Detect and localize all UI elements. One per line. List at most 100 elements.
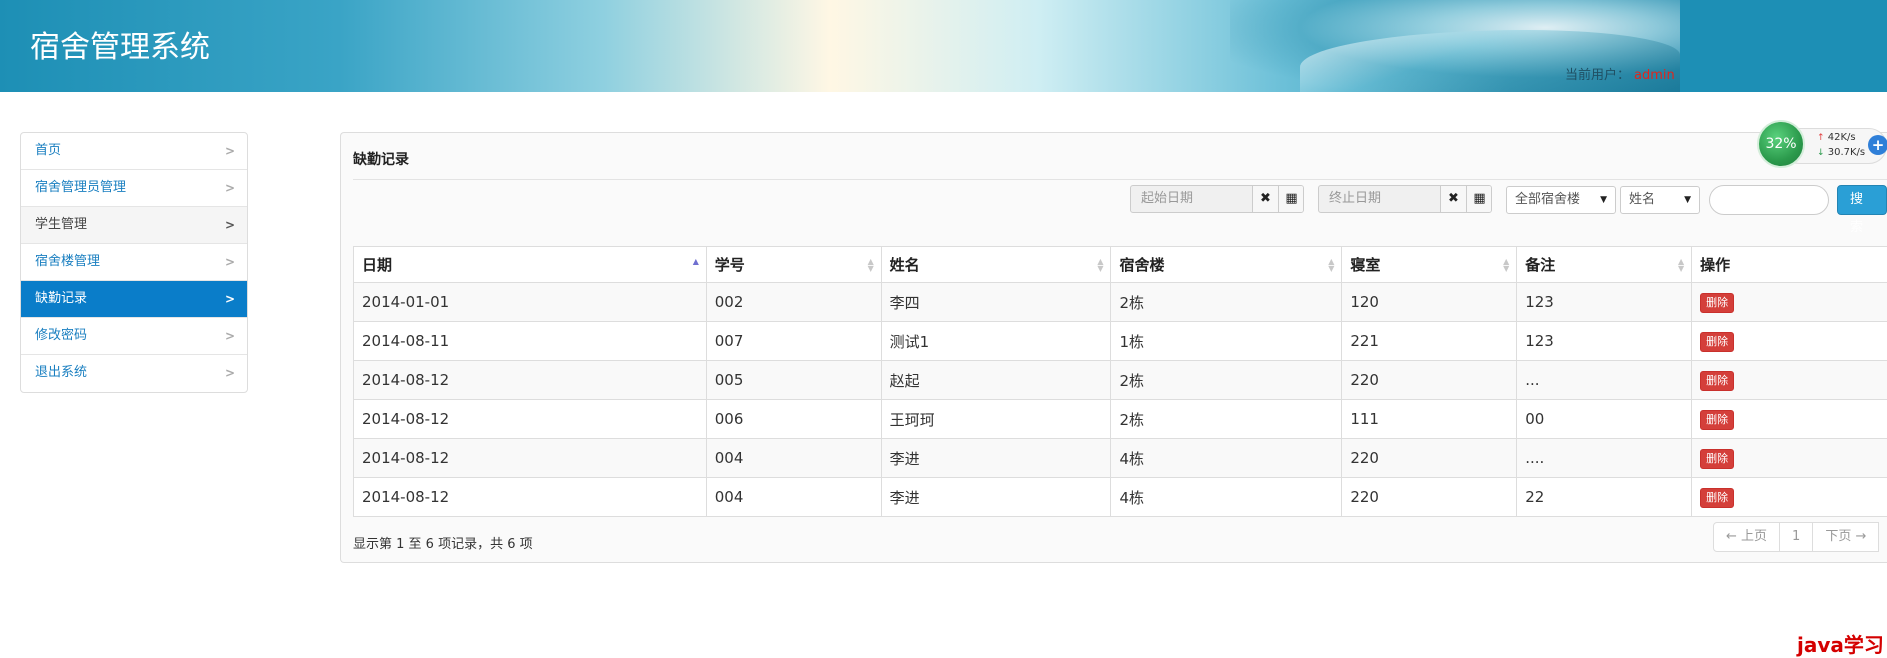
sidebar-item-dorm-admin[interactable]: 宿舍管理员管理 > xyxy=(21,170,247,207)
sort-icon: ▲▼ xyxy=(867,258,875,272)
cell-name: 王珂珂 xyxy=(881,400,1111,439)
column-header-building[interactable]: 宿舍楼▲▼ xyxy=(1111,247,1342,283)
clear-icon[interactable]: ✖ xyxy=(1440,186,1466,212)
current-user-name: admin xyxy=(1634,68,1675,83)
clear-icon[interactable]: ✖ xyxy=(1252,186,1278,212)
cell-action: 删除 xyxy=(1692,400,1887,439)
sidebar-nav: 首页 > 宿舍管理员管理 > 学生管理 > 宿舍楼管理 > 缺勤记录 > 修改密… xyxy=(20,132,248,393)
sidebar-item-label: 首页 xyxy=(35,143,61,158)
cell-date: 2014-08-12 xyxy=(354,478,707,517)
sidebar-item-buildings[interactable]: 宿舍楼管理 > xyxy=(21,244,247,281)
delete-button[interactable]: 删除 xyxy=(1700,410,1734,430)
chevron-right-icon: > xyxy=(225,318,235,354)
memory-percent-badge: 32% xyxy=(1757,120,1805,168)
cell-date: 2014-08-11 xyxy=(354,322,707,361)
sidebar-item-absence[interactable]: 缺勤记录 > xyxy=(21,281,247,318)
delete-button[interactable]: 删除 xyxy=(1700,332,1734,352)
current-user: 当前用户： admin xyxy=(1565,64,1675,83)
cell-building: 2栋 xyxy=(1111,400,1342,439)
cell-date: 2014-08-12 xyxy=(354,400,707,439)
search-field-select[interactable]: 姓名 ▼ xyxy=(1620,186,1700,214)
page-number-button[interactable]: 1 xyxy=(1780,523,1813,551)
column-header-action: 操作 xyxy=(1692,247,1887,283)
cell-building: 4栋 xyxy=(1111,478,1342,517)
start-date-group: 起始日期 ✖ ▦ xyxy=(1130,185,1304,213)
chevron-right-icon: > xyxy=(225,207,235,243)
sort-icon: ▲▼ xyxy=(1677,258,1685,272)
start-date-input[interactable]: 起始日期 xyxy=(1131,186,1251,212)
sidebar-item-label: 宿舍楼管理 xyxy=(35,254,100,269)
sidebar-item-change-password[interactable]: 修改密码 > xyxy=(21,318,247,355)
cell-name: 李进 xyxy=(881,478,1111,517)
sort-icon: ▲▼ xyxy=(1502,258,1510,272)
cell-remark: 123 xyxy=(1517,322,1692,361)
search-input[interactable] xyxy=(1709,185,1829,215)
panel-divider xyxy=(353,179,1887,180)
current-user-label: 当前用户： xyxy=(1565,68,1630,83)
cell-room: 220 xyxy=(1342,439,1517,478)
cell-building: 2栋 xyxy=(1111,283,1342,322)
sort-icon: ▲▼ xyxy=(1327,258,1335,272)
plus-icon[interactable]: + xyxy=(1868,135,1887,155)
caret-down-icon: ▼ xyxy=(1684,187,1691,213)
app-header: 宿舍管理系统 当前用户： admin xyxy=(0,0,1887,92)
table-row: 2014-08-11 007 测试1 1栋 221 123 删除 xyxy=(354,322,1887,361)
cell-student-no: 004 xyxy=(706,478,881,517)
cell-student-no: 007 xyxy=(706,322,881,361)
column-header-date[interactable]: 日期▲ xyxy=(354,247,707,283)
column-header-name[interactable]: 姓名▲▼ xyxy=(881,247,1111,283)
sidebar-item-students[interactable]: 学生管理 > xyxy=(21,207,247,244)
end-date-input[interactable]: 终止日期 xyxy=(1319,186,1439,212)
column-header-remark[interactable]: 备注▲▼ xyxy=(1517,247,1692,283)
search-button[interactable]: 搜索 xyxy=(1837,185,1887,215)
cell-name: 测试1 xyxy=(881,322,1111,361)
next-page-button[interactable]: 下页 → xyxy=(1813,523,1878,551)
cell-action: 删除 xyxy=(1692,283,1887,322)
chevron-right-icon: > xyxy=(225,170,235,206)
network-speed-widget[interactable]: 32% ↑ 42K/s ↓ 30.7K/s + xyxy=(1757,120,1887,170)
absence-table: 日期▲ 学号▲▼ 姓名▲▼ 宿舍楼▲▼ 寝室▲▼ 备注▲▼ 操作 2014-01… xyxy=(353,246,1887,517)
prev-page-button[interactable]: ← 上页 xyxy=(1714,523,1780,551)
cell-date: 2014-08-12 xyxy=(354,361,707,400)
cell-room: 220 xyxy=(1342,478,1517,517)
cell-remark: 123 xyxy=(1517,283,1692,322)
sidebar-item-label: 宿舍管理员管理 xyxy=(35,180,126,195)
sidebar-item-logout[interactable]: 退出系统 > xyxy=(21,355,247,392)
sidebar-item-label: 缺勤记录 xyxy=(35,291,87,306)
cell-student-no: 004 xyxy=(706,439,881,478)
cell-action: 删除 xyxy=(1692,478,1887,517)
cell-building: 1栋 xyxy=(1111,322,1342,361)
chevron-right-icon: > xyxy=(225,281,235,317)
cell-remark: .... xyxy=(1517,439,1692,478)
column-header-student-no[interactable]: 学号▲▼ xyxy=(706,247,881,283)
column-header-room[interactable]: 寝室▲▼ xyxy=(1342,247,1517,283)
cell-name: 李进 xyxy=(881,439,1111,478)
calendar-grid-icon[interactable]: ▦ xyxy=(1466,186,1492,212)
header-right-panel xyxy=(1680,0,1887,92)
cell-name: 李四 xyxy=(881,283,1111,322)
delete-button[interactable]: 删除 xyxy=(1700,488,1734,508)
delete-button[interactable]: 删除 xyxy=(1700,371,1734,391)
cell-building: 2栋 xyxy=(1111,361,1342,400)
table-row: 2014-08-12 006 王珂珂 2栋 111 00 删除 xyxy=(354,400,1887,439)
building-select-value: 全部宿舍楼 xyxy=(1515,192,1580,207)
calendar-grid-icon[interactable]: ▦ xyxy=(1278,186,1304,212)
cell-room: 111 xyxy=(1342,400,1517,439)
table-row: 2014-01-01 002 李四 2栋 120 123 删除 xyxy=(354,283,1887,322)
table-row: 2014-08-12 004 李进 4栋 220 .... 删除 xyxy=(354,439,1887,478)
upload-speed: ↑ 42K/s xyxy=(1817,132,1856,143)
app-title: 宿舍管理系统 xyxy=(30,22,210,66)
cell-room: 221 xyxy=(1342,322,1517,361)
caret-down-icon: ▼ xyxy=(1600,187,1607,213)
building-select[interactable]: 全部宿舍楼 ▼ xyxy=(1506,186,1616,214)
arrow-down-icon: ↓ xyxy=(1817,148,1825,158)
delete-button[interactable]: 删除 xyxy=(1700,293,1734,313)
pagination: ← 上页 1 下页 → xyxy=(1713,522,1879,552)
sidebar-item-home[interactable]: 首页 > xyxy=(21,133,247,170)
cell-name: 赵起 xyxy=(881,361,1111,400)
search-field-select-value: 姓名 xyxy=(1629,192,1655,207)
delete-button[interactable]: 删除 xyxy=(1700,449,1734,469)
cell-student-no: 006 xyxy=(706,400,881,439)
cell-remark: 22 xyxy=(1517,478,1692,517)
table-row: 2014-08-12 004 李进 4栋 220 22 删除 xyxy=(354,478,1887,517)
